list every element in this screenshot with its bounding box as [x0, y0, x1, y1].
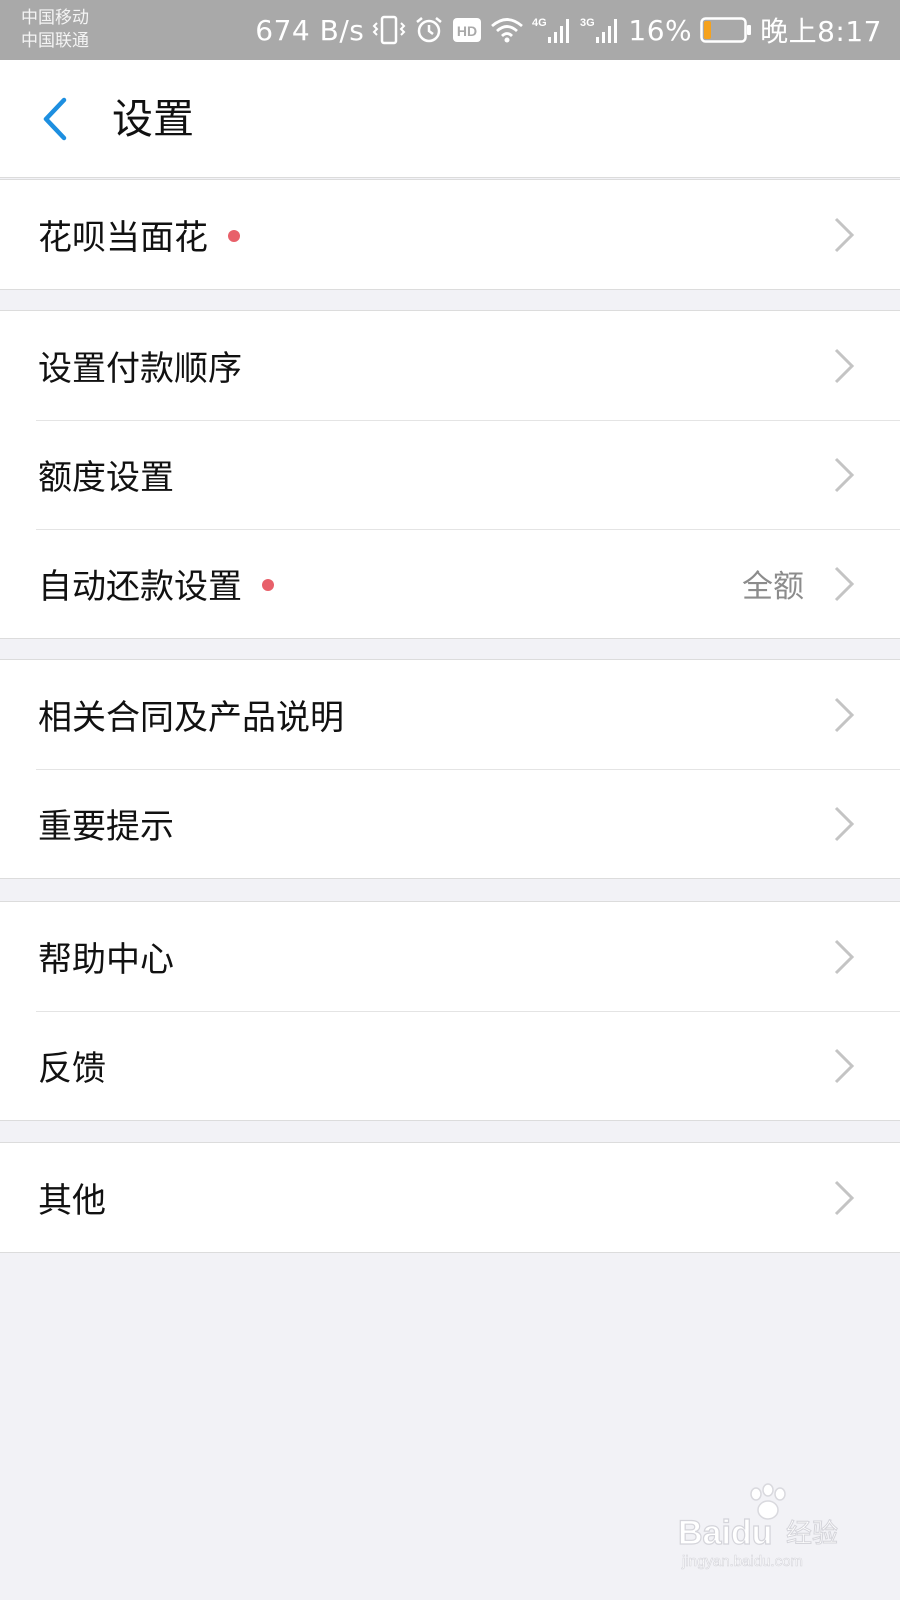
chevron-right-icon	[834, 566, 855, 602]
settings-item-label: 反馈	[38, 1049, 106, 1089]
settings-group: 设置付款顺序 额度设置 自动还款设置 全额	[0, 310, 900, 639]
carrier-names: 中国移动 中国联通	[21, 7, 89, 53]
chevron-right-icon	[834, 217, 855, 253]
settings-item-label: 设置付款顺序	[38, 349, 242, 389]
notification-dot	[262, 578, 274, 591]
carrier-2: 中国联通	[21, 31, 89, 51]
settings-item-label: 额度设置	[38, 458, 174, 498]
battery-icon	[700, 16, 752, 44]
svg-text:4G: 4G	[532, 17, 547, 29]
chevron-right-icon	[834, 1180, 855, 1216]
settings-item-payment-order[interactable]: 设置付款顺序	[0, 311, 900, 420]
carrier-1: 中国移动	[21, 8, 89, 28]
settings-item-huabei-face-to-face[interactable]: 花呗当面花	[0, 180, 900, 289]
chevron-right-icon	[834, 697, 855, 733]
chevron-right-icon	[834, 806, 855, 842]
page-title: 设置	[112, 95, 194, 143]
settings-item-other[interactable]: 其他	[0, 1143, 900, 1252]
status-icons: 674 B/s HD 4G 3G 16% 晚上8:17	[255, 0, 882, 60]
svg-text:3G: 3G	[580, 17, 595, 29]
settings-item-feedback[interactable]: 反馈	[0, 1011, 900, 1120]
wifi-icon	[490, 16, 524, 44]
signal-4g-icon: 4G	[532, 15, 572, 45]
settings-item-label: 其他	[38, 1181, 106, 1221]
svg-text:经验: 经验	[786, 1519, 838, 1549]
back-button[interactable]	[30, 94, 80, 144]
status-bar: 中国移动 中国联通 674 B/s HD 4G 3G 16% 晚上8:17	[0, 0, 900, 60]
settings-item-label: 自动还款设置	[38, 567, 242, 607]
settings-group: 相关合同及产品说明 重要提示	[0, 659, 900, 879]
settings-item-limit[interactable]: 额度设置	[0, 420, 900, 529]
chevron-right-icon	[834, 348, 855, 384]
svg-text:Baidu: Baidu	[678, 1514, 772, 1552]
clock: 晚上8:17	[760, 15, 882, 48]
battery-percent: 16%	[628, 13, 693, 47]
settings-item-auto-repay[interactable]: 自动还款设置 全额	[0, 529, 900, 638]
chevron-left-icon	[43, 97, 67, 141]
alarm-icon	[414, 15, 444, 45]
settings-group: 其他	[0, 1142, 900, 1253]
baidu-jingyan-watermark: Baidu 经验 jingyan.baidu.com	[677, 1483, 839, 1570]
settings-item-value: 全额	[742, 569, 804, 605]
settings-item-help-center[interactable]: 帮助中心	[0, 902, 900, 1011]
settings-item-label: 帮助中心	[38, 940, 174, 980]
svg-text:jingyan.baidu.com: jingyan.baidu.com	[681, 1553, 803, 1570]
notification-dot	[228, 229, 240, 242]
chevron-right-icon	[834, 457, 855, 493]
chevron-right-icon	[834, 939, 855, 975]
svg-text:HD: HD	[457, 23, 477, 39]
chevron-right-icon	[834, 1048, 855, 1084]
settings-group: 花呗当面花	[0, 179, 900, 290]
vibrate-icon	[372, 15, 406, 45]
settings-item-label: 相关合同及产品说明	[38, 698, 344, 738]
signal-3g-icon: 3G	[580, 15, 620, 45]
settings-item-important-notice[interactable]: 重要提示	[0, 769, 900, 878]
settings-item-label: 重要提示	[38, 807, 174, 847]
settings-group: 帮助中心 反馈	[0, 901, 900, 1121]
net-speed: 674 B/s	[255, 13, 365, 47]
settings-item-label: 花呗当面花	[38, 218, 208, 258]
settings-item-contracts[interactable]: 相关合同及产品说明	[0, 660, 900, 769]
nav-bar: 设置	[0, 60, 900, 178]
hd-icon: HD	[452, 17, 482, 43]
